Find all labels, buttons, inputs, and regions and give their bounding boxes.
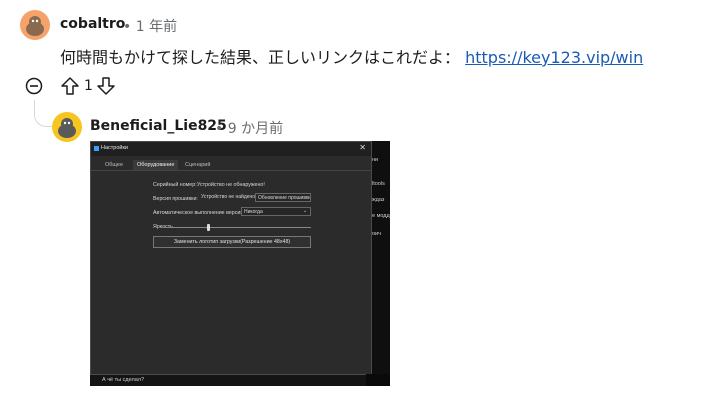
thread-line (34, 100, 53, 127)
slider-knob (207, 224, 210, 231)
downvote-button[interactable] (96, 76, 116, 96)
background-text: ждаз (372, 197, 385, 203)
autoupdate-label: Автоматическое выполнение версии: (153, 210, 245, 216)
brightness-slider (163, 227, 311, 228)
serial-value: Устройство не обнаружено! (197, 182, 265, 188)
background-text: ltools (372, 181, 385, 187)
chevron-down-icon: ⌄ (303, 208, 308, 214)
collapse-thread-button[interactable] (25, 77, 43, 95)
reply-meta: • 9 か月前 (215, 118, 283, 138)
reply-time[interactable]: 9 か月前 (228, 121, 283, 137)
settings-dialog: Настройки ✕ Общее Оборудование Сценарий … (90, 141, 372, 375)
minus-circle-icon (25, 77, 43, 95)
downvote-arrow-icon (97, 77, 115, 95)
tab-bar: Общее Оборудование Сценарий (91, 158, 371, 171)
comment-author[interactable]: cobaltro (60, 16, 125, 32)
comment-text: 何時間もかけて探した結果、正しいリンクはこれだよ： (60, 48, 461, 67)
vote-score: 1 (84, 78, 93, 94)
dialog-title: Настройки (101, 145, 128, 151)
autoupdate-select: Никогда (241, 207, 311, 216)
comment-link[interactable]: https://key123.vip/win (465, 48, 643, 67)
firmware-value: Устройство не найдено (201, 194, 255, 200)
tab-script: Сценарий (185, 162, 211, 168)
background-text: оич (372, 231, 381, 237)
comment-meta: • 1 年前 (123, 16, 177, 36)
reply-author[interactable]: Beneficial_Lie825 (90, 118, 227, 134)
taskbar (366, 374, 390, 386)
firmware-label: Версия прошивки: (153, 196, 198, 202)
dialog-titlebar: Настройки ✕ (91, 142, 371, 156)
window-icon (94, 146, 99, 151)
comment-time[interactable]: 1 年前 (136, 19, 177, 35)
upvote-button[interactable] (60, 76, 80, 96)
tab-hardware: Оборудование (133, 160, 179, 170)
meta-separator: • (123, 19, 132, 35)
serial-label: Серийный номер: (153, 182, 197, 188)
meta-separator: • (215, 121, 224, 137)
firmware-button: Обновление прошивки (255, 193, 311, 202)
avatar[interactable] (52, 112, 82, 142)
reply-image[interactable]: ни ltools ждаз е модд оич Настройки ✕ Об… (90, 141, 390, 386)
close-icon: ✕ (359, 143, 366, 152)
tab-general: Общее (105, 162, 124, 168)
image-caption: А чё ты сделал? (102, 377, 145, 383)
update-logo-button: Заменить логотип загрузки(Разрешение 48x… (153, 236, 311, 248)
avatar[interactable] (20, 10, 50, 40)
comment-body: 何時間もかけて探した結果、正しいリンクはこれだよ： https://key123… (60, 44, 643, 68)
upvote-arrow-icon (61, 77, 79, 95)
background-text: е модд (372, 213, 390, 219)
background-text: ни (372, 157, 379, 163)
